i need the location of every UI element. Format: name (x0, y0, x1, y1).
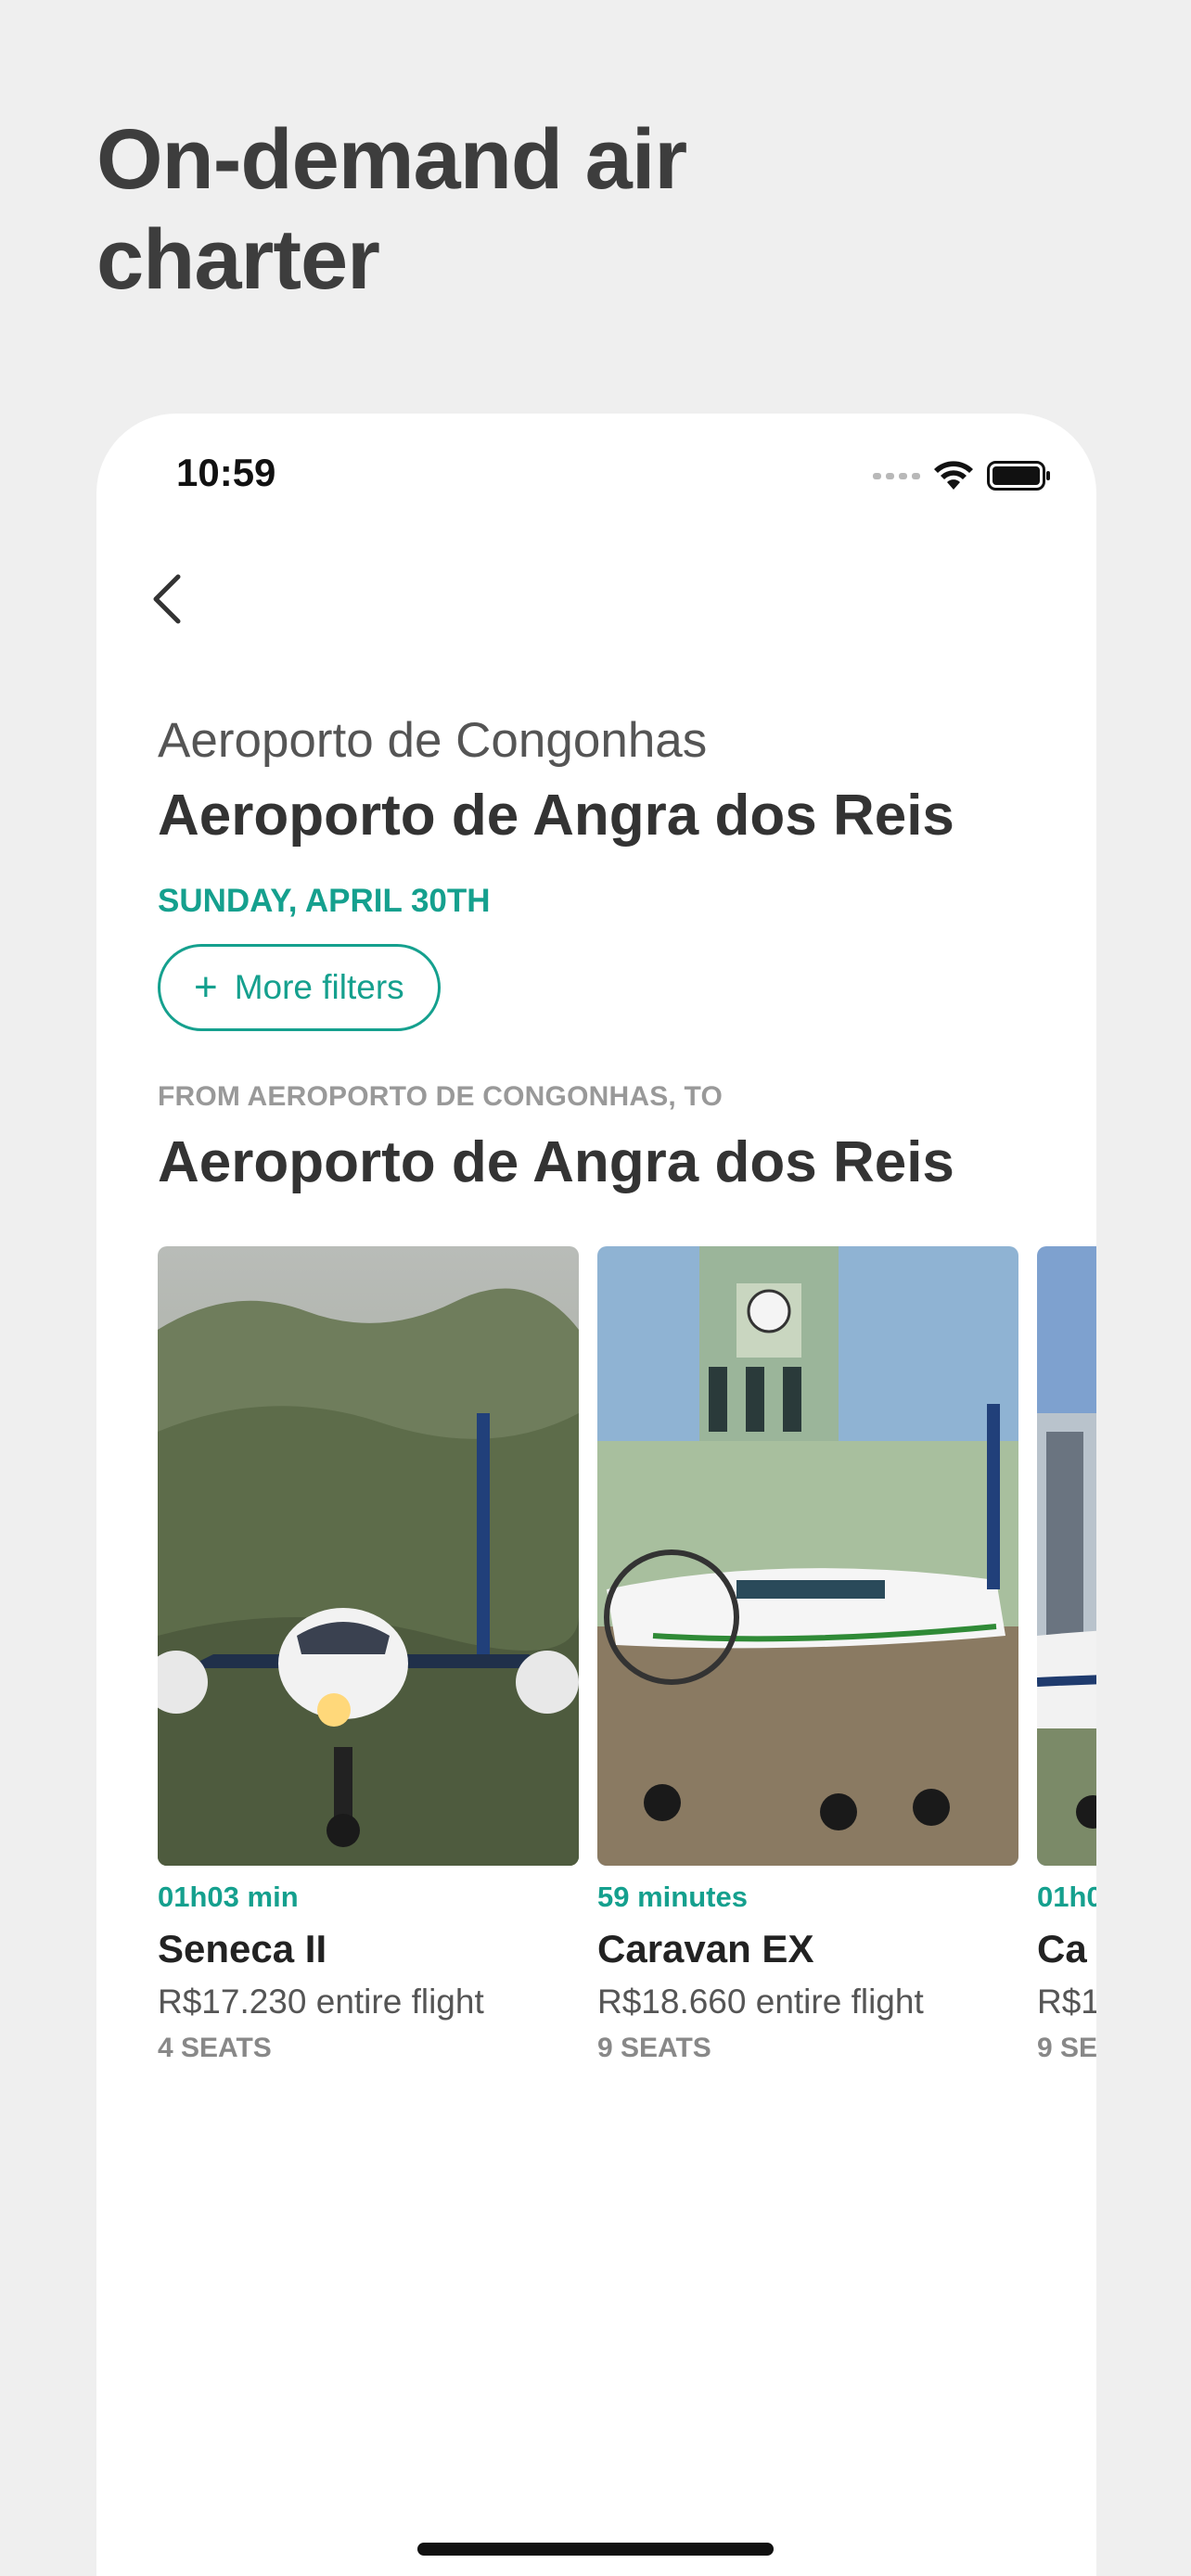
status-bar: 10:59 (96, 414, 1096, 543)
cellular-signal-icon (873, 472, 920, 479)
wifi-icon (934, 461, 973, 490)
route-origin: Aeroporto de Congonhas (158, 713, 708, 768)
seat-count: 9 SE (1037, 2033, 1096, 2063)
status-time: 10:59 (176, 451, 276, 494)
aircraft-photo (1037, 1246, 1096, 1866)
section-title: Aeroporto de Angra dos Reis (158, 1130, 954, 1194)
aircraft-name: Ca (1037, 1927, 1087, 1970)
aircraft-photo (597, 1246, 1018, 1866)
aircraft-name: Caravan EX (597, 1927, 814, 1970)
more-filters-label: More filters (234, 968, 404, 1006)
phone-screen: 10:59 Aeroporto de Congonhas Aeroporto d… (96, 414, 1096, 2576)
flight-duration: 01h03 min (158, 1881, 299, 1913)
more-filters-button[interactable]: + More filters (158, 944, 441, 1031)
back-button[interactable] (130, 562, 204, 636)
chevron-left-icon (153, 574, 181, 624)
battery-icon (987, 461, 1050, 491)
flight-card[interactable]: 59 minutes Caravan EX R$18.660 entire fl… (597, 1246, 1018, 2064)
status-icons (873, 460, 1052, 491)
aircraft-name: Seneca II (158, 1927, 327, 1970)
section-kicker: FROM AEROPORTO DE CONGONHAS, TO (158, 1081, 724, 1112)
aircraft-photo (158, 1246, 579, 1866)
flight-card[interactable]: 01h03 min Seneca II R$17.230 entire flig… (158, 1246, 579, 2064)
flight-price: R$17.230 entire flight (158, 1983, 484, 2021)
flight-carousel[interactable]: 01h03 min Seneca II R$17.230 entire flig… (158, 1246, 1096, 2081)
route-date: SUNDAY, APRIL 30TH (158, 883, 491, 919)
seat-count: 4 SEATS (158, 2033, 272, 2063)
home-indicator[interactable] (417, 2543, 774, 2556)
flight-card[interactable]: 01h0 Ca R$1 9 SE (1037, 1246, 1096, 2064)
route-destination: Aeroporto de Angra dos Reis (158, 784, 954, 848)
hero-title: On-demand air charter (96, 112, 687, 307)
screen: On-demand air charter 10:59 Aeroporto de… (0, 0, 1191, 2576)
flight-price: R$18.660 entire flight (597, 1983, 924, 2021)
plus-icon: + (194, 964, 218, 1010)
flight-duration: 59 minutes (597, 1881, 748, 1913)
seat-count: 9 SEATS (597, 2033, 711, 2063)
flight-price: R$1 (1037, 1983, 1096, 2021)
flight-duration: 01h0 (1037, 1881, 1096, 1913)
